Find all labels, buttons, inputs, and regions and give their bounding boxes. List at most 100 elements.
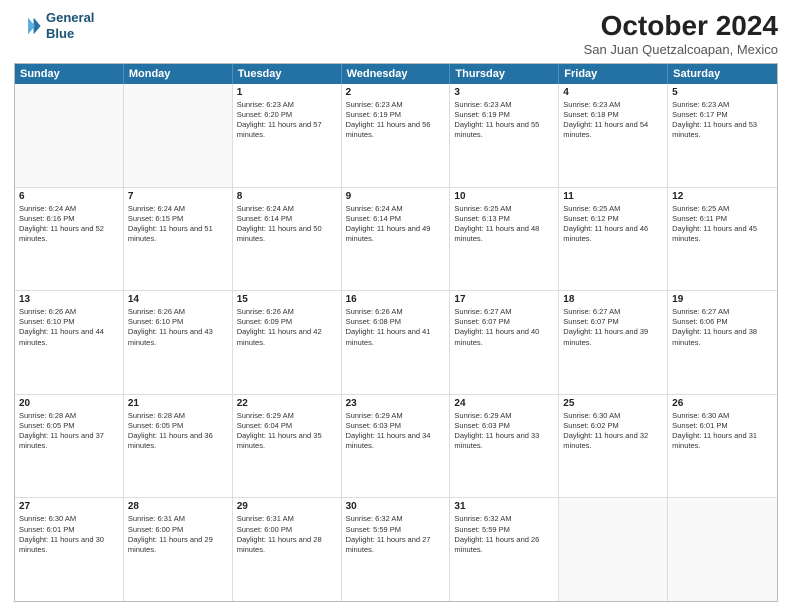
day-number: 21 [128, 398, 228, 409]
day-number: 15 [237, 294, 337, 305]
logo: General Blue [14, 10, 94, 41]
cell-info: Sunrise: 6:29 AM Sunset: 6:03 PM Dayligh… [454, 411, 554, 452]
day-number: 9 [346, 191, 446, 202]
day-number: 1 [237, 87, 337, 98]
day-number: 10 [454, 191, 554, 202]
calendar-cell: 28Sunrise: 6:31 AM Sunset: 6:00 PM Dayli… [124, 498, 233, 601]
weekday-header: Monday [124, 64, 233, 84]
calendar-cell: 9 Sunrise: 6:24 AM Sunset: 6:14 PM Daylig… [342, 188, 451, 291]
calendar-cell: 21 Sunrise: 6:28 AM Sunset: 6:05 PM Dayli… [124, 395, 233, 498]
calendar-row: 6 Sunrise: 6:24 AM Sunset: 6:16 PM Daylig… [15, 187, 777, 291]
calendar-cell: 17 Sunrise: 6:27 AM Sunset: 6:07 PM Dayli… [450, 291, 559, 394]
calendar-row: 13 Sunrise: 6:26 AM Sunset: 6:10 PM Dayli… [15, 290, 777, 394]
calendar-cell: 10 Sunrise: 6:25 AM Sunset: 6:13 PM Dayli… [450, 188, 559, 291]
calendar-cell [124, 84, 233, 187]
day-number: 30 [346, 501, 446, 512]
calendar-cell: 3 Sunrise: 6:23 AM Sunset: 6:19 PM Daylig… [450, 84, 559, 187]
calendar-cell: 4Sunrise: 6:23 AM Sunset: 6:18 PM Daylig… [559, 84, 668, 187]
calendar-row: 27Sunrise: 6:30 AM Sunset: 6:01 PM Dayli… [15, 497, 777, 601]
day-number: 16 [346, 294, 446, 305]
calendar-cell: 2 Sunrise: 6:23 AM Sunset: 6:19 PM Daylig… [342, 84, 451, 187]
calendar-cell: 19 Sunrise: 6:27 AM Sunset: 6:06 PM Dayli… [668, 291, 777, 394]
calendar-cell: 26Sunrise: 6:30 AM Sunset: 6:01 PM Dayli… [668, 395, 777, 498]
cell-info: Sunrise: 6:30 AM Sunset: 6:02 PM Dayligh… [563, 411, 663, 452]
cell-info: Sunrise: 6:27 AM Sunset: 6:07 PM Dayligh… [454, 307, 554, 348]
cell-info: Sunrise: 6:26 AM Sunset: 6:09 PM Dayligh… [237, 307, 337, 348]
day-number: 25 [563, 398, 663, 409]
cell-info: Sunrise: 6:32 AM Sunset: 5:59 PM Dayligh… [346, 514, 446, 555]
day-number: 14 [128, 294, 228, 305]
calendar-cell: 16 Sunrise: 6:26 AM Sunset: 6:08 PM Dayli… [342, 291, 451, 394]
day-number: 4 [563, 87, 663, 98]
day-number: 17 [454, 294, 554, 305]
day-number: 31 [454, 501, 554, 512]
cell-info: Sunrise: 6:23 AM Sunset: 6:19 PM Dayligh… [346, 100, 446, 141]
cell-info: Sunrise: 6:24 AM Sunset: 6:16 PM Dayligh… [19, 204, 119, 245]
day-number: 13 [19, 294, 119, 305]
day-number: 28 [128, 501, 228, 512]
day-number: 6 [19, 191, 119, 202]
day-number: 5 [672, 87, 773, 98]
calendar-cell [668, 498, 777, 601]
cell-info: Sunrise: 6:32 AM Sunset: 5:59 PM Dayligh… [454, 514, 554, 555]
weekday-header: Wednesday [342, 64, 451, 84]
cell-info: Sunrise: 6:26 AM Sunset: 6:10 PM Dayligh… [19, 307, 119, 348]
cell-info: Sunrise: 6:27 AM Sunset: 6:06 PM Dayligh… [672, 307, 773, 348]
weekday-header: Thursday [450, 64, 559, 84]
calendar: SundayMondayTuesdayWednesdayThursdayFrid… [14, 63, 778, 602]
calendar-body: 1 Sunrise: 6:23 AM Sunset: 6:20 PM Daylig… [15, 84, 777, 601]
day-number: 19 [672, 294, 773, 305]
cell-info: Sunrise: 6:31 AM Sunset: 6:00 PM Dayligh… [237, 514, 337, 555]
page: General Blue October 2024 San Juan Quetz… [0, 0, 792, 612]
calendar-cell: 5Sunrise: 6:23 AM Sunset: 6:17 PM Daylig… [668, 84, 777, 187]
calendar-cell: 7 Sunrise: 6:24 AM Sunset: 6:15 PM Daylig… [124, 188, 233, 291]
cell-info: Sunrise: 6:23 AM Sunset: 6:20 PM Dayligh… [237, 100, 337, 141]
cell-info: Sunrise: 6:24 AM Sunset: 6:14 PM Dayligh… [346, 204, 446, 245]
calendar-row: 1 Sunrise: 6:23 AM Sunset: 6:20 PM Daylig… [15, 84, 777, 187]
calendar-cell: 1 Sunrise: 6:23 AM Sunset: 6:20 PM Daylig… [233, 84, 342, 187]
cell-info: Sunrise: 6:28 AM Sunset: 6:05 PM Dayligh… [19, 411, 119, 452]
calendar-cell: 27Sunrise: 6:30 AM Sunset: 6:01 PM Dayli… [15, 498, 124, 601]
cell-info: Sunrise: 6:24 AM Sunset: 6:14 PM Dayligh… [237, 204, 337, 245]
day-number: 23 [346, 398, 446, 409]
day-number: 3 [454, 87, 554, 98]
cell-info: Sunrise: 6:26 AM Sunset: 6:10 PM Dayligh… [128, 307, 228, 348]
calendar-cell: 15 Sunrise: 6:26 AM Sunset: 6:09 PM Dayli… [233, 291, 342, 394]
day-number: 2 [346, 87, 446, 98]
calendar-cell [559, 498, 668, 601]
day-number: 7 [128, 191, 228, 202]
logo-text: General Blue [46, 10, 94, 41]
calendar-cell: 25 Sunrise: 6:30 AM Sunset: 6:02 PM Dayli… [559, 395, 668, 498]
calendar-cell: 11Sunrise: 6:25 AM Sunset: 6:12 PM Dayli… [559, 188, 668, 291]
day-number: 11 [563, 191, 663, 202]
calendar-header-row: SundayMondayTuesdayWednesdayThursdayFrid… [15, 64, 777, 84]
calendar-cell: 12 Sunrise: 6:25 AM Sunset: 6:11 PM Dayli… [668, 188, 777, 291]
calendar-cell: 6 Sunrise: 6:24 AM Sunset: 6:16 PM Daylig… [15, 188, 124, 291]
day-number: 18 [563, 294, 663, 305]
cell-info: Sunrise: 6:29 AM Sunset: 6:04 PM Dayligh… [237, 411, 337, 452]
cell-info: Sunrise: 6:24 AM Sunset: 6:15 PM Dayligh… [128, 204, 228, 245]
subtitle: San Juan Quetzalcoapan, Mexico [584, 42, 778, 57]
title-block: October 2024 San Juan Quetzalcoapan, Mex… [584, 10, 778, 57]
main-title: October 2024 [584, 10, 778, 42]
cell-info: Sunrise: 6:23 AM Sunset: 6:19 PM Dayligh… [454, 100, 554, 141]
logo-icon [14, 12, 42, 40]
day-number: 20 [19, 398, 119, 409]
calendar-cell: 14 Sunrise: 6:26 AM Sunset: 6:10 PM Dayli… [124, 291, 233, 394]
cell-info: Sunrise: 6:25 AM Sunset: 6:13 PM Dayligh… [454, 204, 554, 245]
cell-info: Sunrise: 6:29 AM Sunset: 6:03 PM Dayligh… [346, 411, 446, 452]
cell-info: Sunrise: 6:28 AM Sunset: 6:05 PM Dayligh… [128, 411, 228, 452]
calendar-cell: 20 Sunrise: 6:28 AM Sunset: 6:05 PM Dayli… [15, 395, 124, 498]
weekday-header: Tuesday [233, 64, 342, 84]
cell-info: Sunrise: 6:26 AM Sunset: 6:08 PM Dayligh… [346, 307, 446, 348]
day-number: 8 [237, 191, 337, 202]
day-number: 12 [672, 191, 773, 202]
calendar-cell: 30 Sunrise: 6:32 AM Sunset: 5:59 PM Dayli… [342, 498, 451, 601]
calendar-cell: 13 Sunrise: 6:26 AM Sunset: 6:10 PM Dayli… [15, 291, 124, 394]
cell-info: Sunrise: 6:25 AM Sunset: 6:11 PM Dayligh… [672, 204, 773, 245]
calendar-cell: 18Sunrise: 6:27 AM Sunset: 6:07 PM Dayli… [559, 291, 668, 394]
day-number: 24 [454, 398, 554, 409]
calendar-row: 20 Sunrise: 6:28 AM Sunset: 6:05 PM Dayli… [15, 394, 777, 498]
header: General Blue October 2024 San Juan Quetz… [14, 10, 778, 57]
calendar-cell: 22Sunrise: 6:29 AM Sunset: 6:04 PM Dayli… [233, 395, 342, 498]
